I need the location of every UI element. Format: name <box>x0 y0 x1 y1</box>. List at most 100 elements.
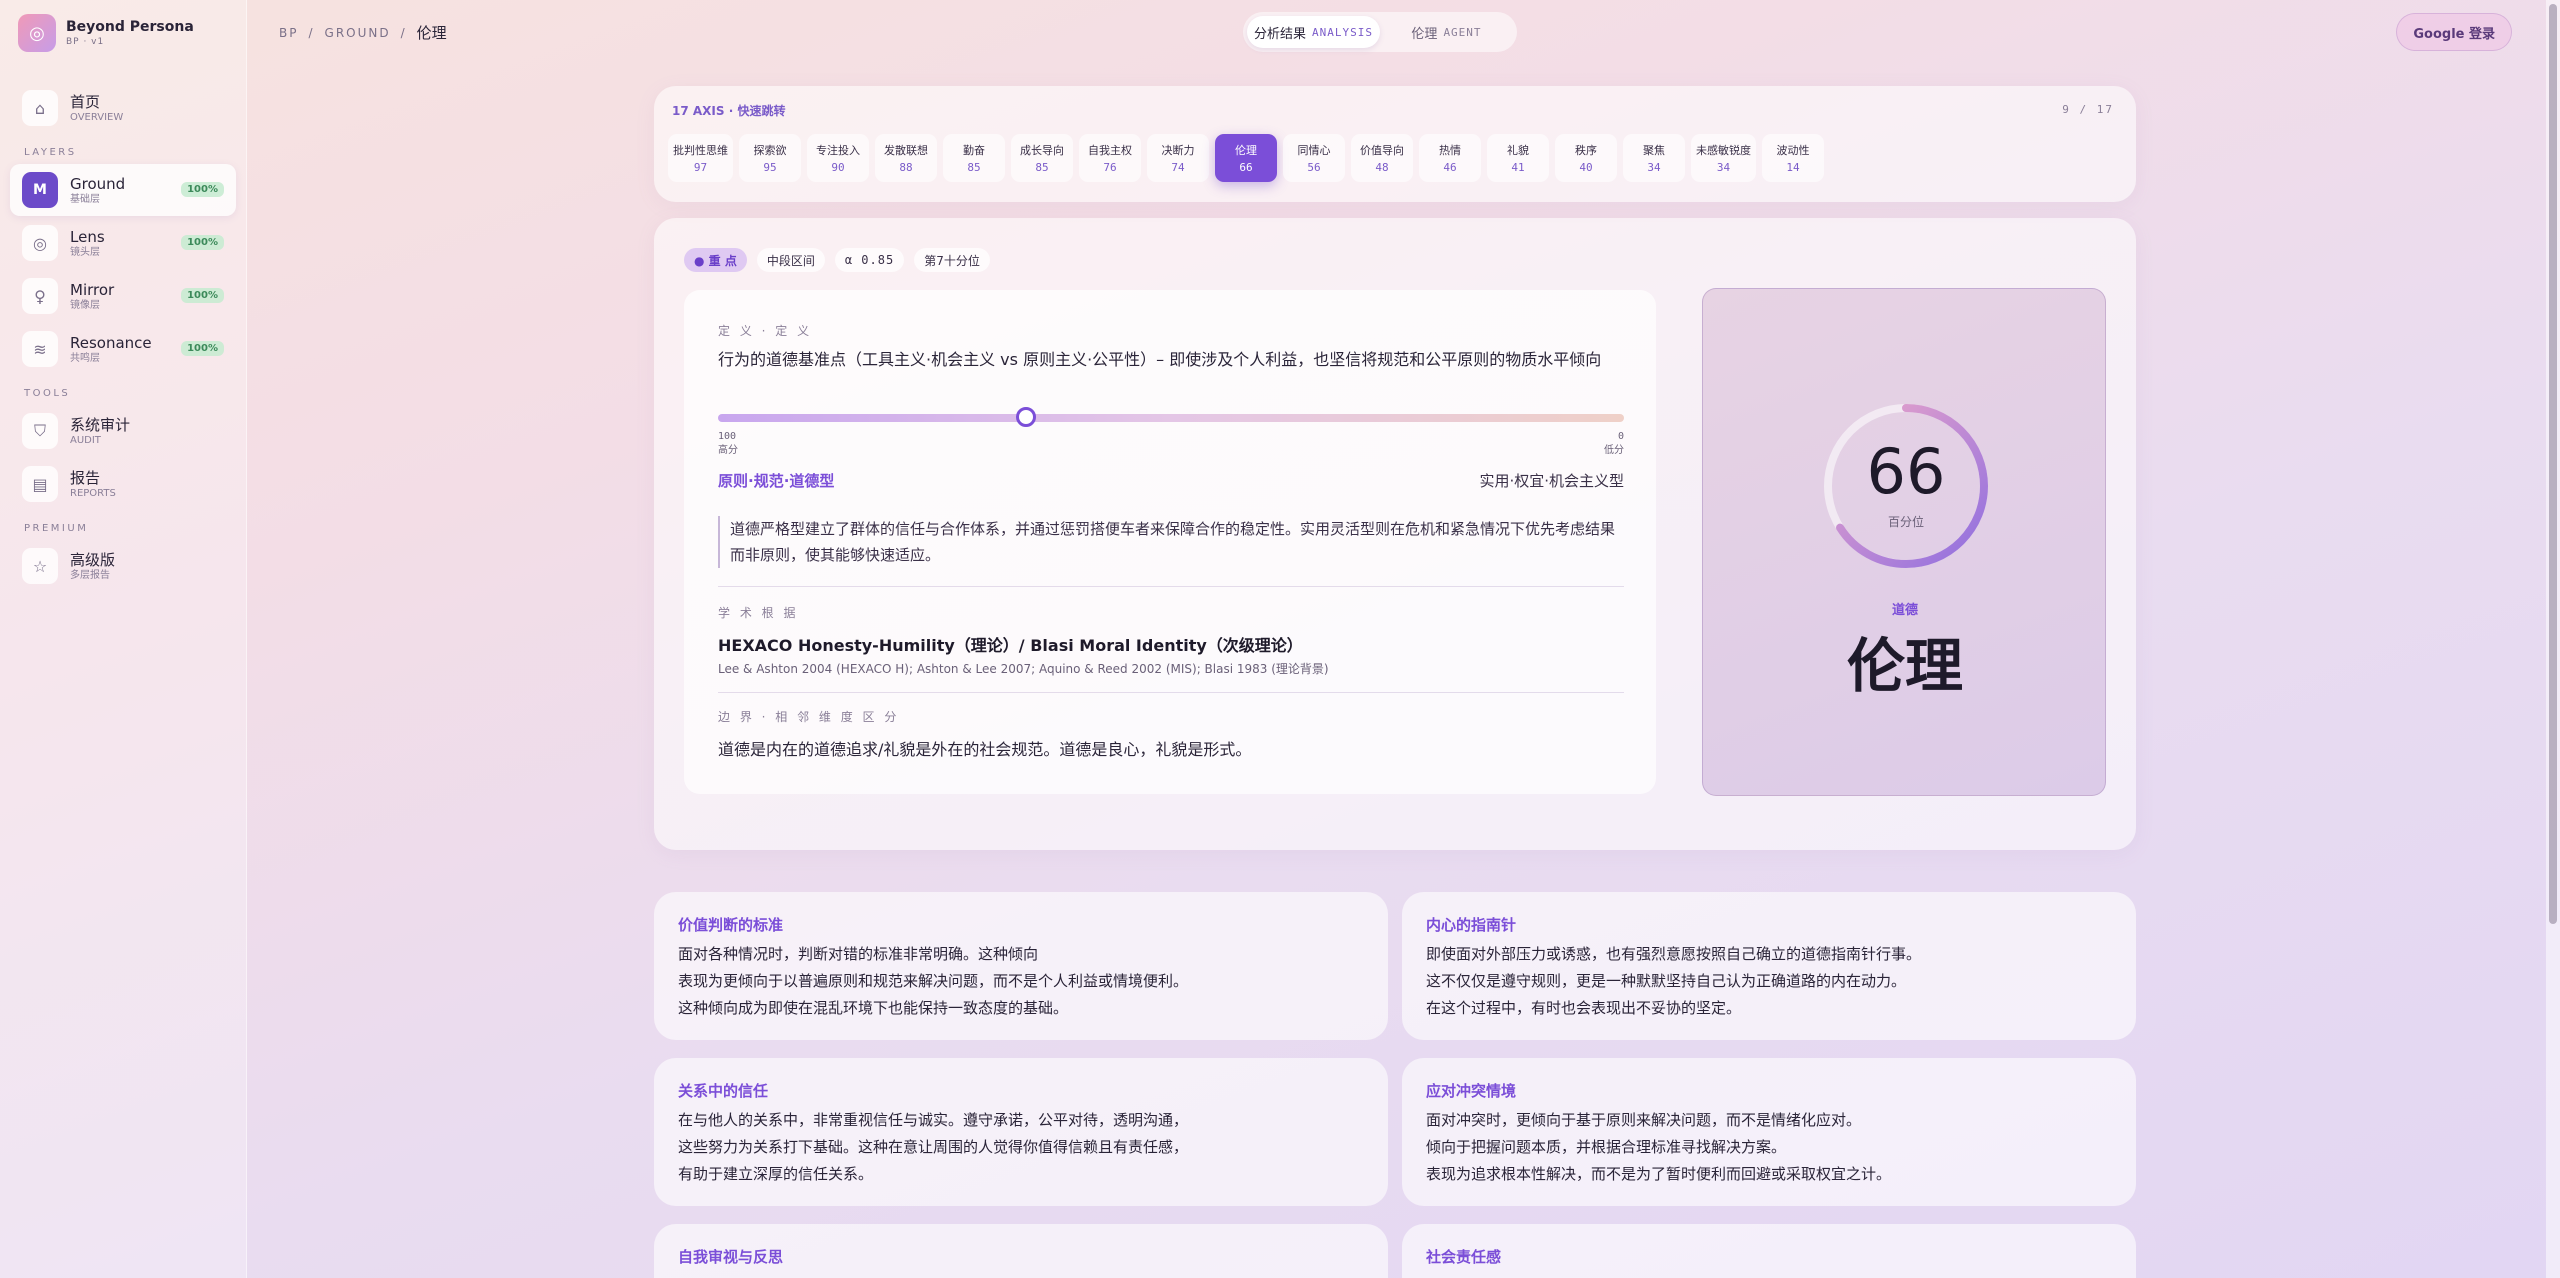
axis-item[interactable]: 决断力 74 <box>1147 134 1209 182</box>
insight-line: 面对各种情况时，判断对错的标准非常明确。这种倾向 <box>678 945 1039 963</box>
sidebar-nav: ⌂ 首页 OVERVIEW LAYERS M Ground 基础层 100% ◎… <box>10 82 236 593</box>
axis-item-value: 95 <box>763 161 777 174</box>
sidebar-item-label: 首页 <box>70 92 101 111</box>
axis-item[interactable]: 未感敏锐度 34 <box>1691 134 1756 182</box>
axis-item-value: 46 <box>1443 161 1457 174</box>
sidebar-item-audit[interactable]: ⛉ 系统审计 AUDIT <box>10 405 236 457</box>
axis-item-name: 勤奋 <box>963 144 985 157</box>
progress-badge: 100% <box>181 235 224 250</box>
axis-item-name: 决断力 <box>1161 144 1195 157</box>
breadcrumb-current: 伦理 <box>416 24 447 42</box>
score-axis-name: 伦理 <box>1846 632 1963 700</box>
scrollbar[interactable] <box>2546 0 2560 1278</box>
sidebar-item-label: 报告 <box>70 468 101 487</box>
home-icon: ⌂ <box>22 90 58 126</box>
insight-line: 在这个过程中，有时也会表现出不妥协的坚定。 <box>1426 999 1742 1017</box>
axis-item[interactable]: 礼貌 41 <box>1487 134 1549 182</box>
axis-item[interactable]: 价值导向 48 <box>1351 134 1413 182</box>
theory-citation: Lee & Ashton 2004 (HEXACO H); Ashton & L… <box>718 662 1329 676</box>
insight-line: 这不仅仅是遵守规则，更是一种默默坚持自己认为正确道路的内在动力。 <box>1426 972 1907 990</box>
axis-item-value: 74 <box>1171 161 1185 174</box>
sidebar-item-lens[interactable]: ◎ Lens 镜头层 100% <box>10 217 236 269</box>
definition-text: 行为的道德基准点（工具主义·机会主义 vs 原则主义·公平性）– 即使涉及个人利… <box>718 350 1602 369</box>
axis-item-value: 66 <box>1239 161 1253 174</box>
tab-label: 分析结果 <box>1254 26 1307 42</box>
chip-alpha: α 0.85 <box>834 248 905 272</box>
axis-item-name: 价值导向 <box>1360 144 1404 157</box>
sidebar-item-label: Ground <box>70 174 126 193</box>
slider-left-text: 高分 <box>718 445 738 456</box>
score-slider[interactable] <box>718 407 1624 427</box>
breadcrumb-root[interactable]: BP <box>279 26 298 40</box>
sidebar-item-sub: 共鸣层 <box>70 352 100 364</box>
tab-label-en: ANALYSIS <box>1312 25 1373 39</box>
axis-item-value: 85 <box>1035 161 1049 174</box>
insight-line: 这种倾向成为即使在混乱环境下也能保持一致态度的基础。 <box>678 999 1069 1017</box>
axis-item[interactable]: 波动性 14 <box>1762 134 1824 182</box>
sidebar-item-label: Mirror <box>70 280 115 299</box>
insight-card: 关系中的信任 在与他人的关系中，非常重视信任与诚实。遵守承诺，公平对待，透明沟通… <box>654 1058 1388 1206</box>
axis-item[interactable]: 同情心 56 <box>1283 134 1345 182</box>
google-login-button[interactable]: Google 登录 <box>2396 13 2512 51</box>
slider-left-label: 100 高分 <box>718 430 738 458</box>
axis-panel: 17 AXIS · 快速跳转 9 / 17 批判性思维 97 探索欲 95 专注投入 90… <box>654 86 2136 202</box>
detail-panel: 定 义 · 定 义 行为的道德基准点（工具主义·机会主义 vs 原则主义·公平性… <box>684 290 1656 794</box>
insight-title: 价值判断的标准 <box>678 916 784 934</box>
axis-item-value: 90 <box>831 161 845 174</box>
progress-badge: 100% <box>181 182 224 197</box>
insight-line: 倾向于把握问题本质，并根据合理标准寻找解决方案。 <box>1426 1138 1787 1156</box>
axis-item-value: 14 <box>1786 161 1800 174</box>
definition-label: 定 义 · 定 义 <box>718 324 813 338</box>
section-tools: TOOLS <box>24 388 71 399</box>
slider-right-num: 0 <box>1617 431 1624 442</box>
breadcrumb: BP / GROUND / 伦理 <box>279 22 447 43</box>
section-premium: PREMIUM <box>24 523 89 534</box>
slider-knob[interactable] <box>1016 407 1037 427</box>
sidebar-item-sub: 镜像层 <box>70 299 100 311</box>
sidebar-item-ground[interactable]: M Ground 基础层 100% <box>10 164 236 216</box>
star-icon: ☆ <box>22 548 58 584</box>
sidebar-item-label: Resonance <box>70 333 152 352</box>
axis-item[interactable]: 专注投入 90 <box>807 134 869 182</box>
insight-line: 表现为追求根本性解决，而不是为了暂时便利而回避或采取权宜之计。 <box>1426 1165 1892 1183</box>
sidebar-item-sub: 镜头层 <box>70 246 100 258</box>
tab-agent[interactable]: 伦理 AGENT <box>1380 16 1513 48</box>
axis-item-name: 批判性思维 <box>673 144 728 157</box>
axis-item[interactable]: 秩序 40 <box>1555 134 1617 182</box>
sidebar-item-resonance[interactable]: ≋ Resonance 共鸣层 100% <box>10 323 236 375</box>
sidebar-item-label: Lens <box>70 227 105 246</box>
sidebar-item-overview[interactable]: ⌂ 首页 OVERVIEW <box>10 82 236 134</box>
axis-item[interactable]: 批判性思维 97 <box>668 134 733 182</box>
breadcrumb-section[interactable]: GROUND <box>325 26 391 40</box>
axis-item-name: 发散联想 <box>884 144 928 157</box>
sidebar-item-reports[interactable]: ▤ 报告 REPORTS <box>10 458 236 510</box>
axis-item-value: 40 <box>1579 161 1593 174</box>
axis-item[interactable]: 热情 46 <box>1419 134 1481 182</box>
axis-item[interactable]: 自我主权 76 <box>1079 134 1141 182</box>
axis-item[interactable]: 聚焦 34 <box>1623 134 1685 182</box>
sidebar-item-sub: OVERVIEW <box>70 111 124 123</box>
axis-item[interactable]: 勤奋 85 <box>943 134 1005 182</box>
document-icon: ▤ <box>22 466 58 502</box>
brand-sub: BP · v1 <box>66 37 105 47</box>
axis-item[interactable]: 发散联想 88 <box>875 134 937 182</box>
boundary-label: 边 界 · 相 邻 维 度 区 分 <box>718 710 900 724</box>
axis-item[interactable]: 探索欲 95 <box>739 134 801 182</box>
axis-item-name: 礼貌 <box>1507 144 1529 157</box>
axis-item-name: 专注投入 <box>816 144 860 157</box>
sidebar-item-premium[interactable]: ☆ 高级版 多层报告 <box>10 540 236 592</box>
sidebar-item-label: 高级版 <box>70 550 116 569</box>
scrollbar-thumb[interactable] <box>2549 4 2557 924</box>
insight-card: 社会责任感 <box>1402 1224 2136 1278</box>
brand[interactable]: ◎ Beyond Persona BP · v1 <box>18 14 194 52</box>
tab-analysis[interactable]: 分析结果 ANALYSIS <box>1247 16 1380 48</box>
score-ring: 66 百分位 <box>1821 401 1991 571</box>
axis-item-name: 成长导向 <box>1020 144 1064 157</box>
sidebar-item-mirror[interactable]: ♀ Mirror 镜像层 100% <box>10 270 236 322</box>
axis-panel-count: 9 / 17 <box>2062 103 2114 116</box>
axis-item[interactable]: 成长导向 85 <box>1011 134 1073 182</box>
axis-item-value: 48 <box>1375 161 1389 174</box>
chip-row: ● 重 点 中段区间 α 0.85 第7十分位 <box>684 248 990 272</box>
theory-title: HEXACO Honesty-Humility（理论）/ Blasi Moral… <box>718 636 1303 655</box>
axis-item[interactable]: 伦理 66 <box>1215 134 1277 182</box>
